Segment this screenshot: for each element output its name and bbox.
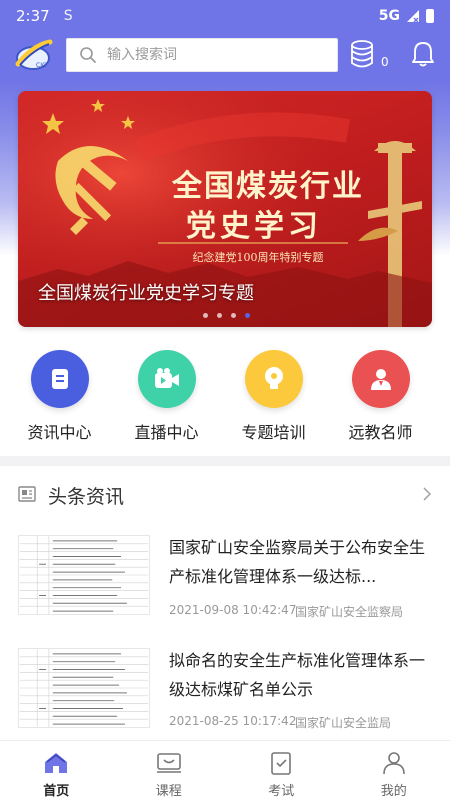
news-icon bbox=[30, 350, 89, 408]
tab-label: 课程 bbox=[155, 784, 182, 799]
app-logo-icon: CIC bbox=[15, 39, 53, 70]
news-item[interactable]: 拟命名的安全生产标准化管理体系一级达标煤矿名单公示 2021-08-25 10:… bbox=[0, 640, 450, 750]
headline-news-header[interactable]: 头条资讯 bbox=[0, 474, 450, 514]
bell-icon[interactable] bbox=[411, 40, 435, 68]
section-title: 头条资讯 bbox=[48, 486, 125, 508]
bottom-nav: 首页 课程 考试 我的 bbox=[0, 740, 450, 800]
database-icon bbox=[351, 40, 373, 68]
network-type: 5G bbox=[378, 8, 400, 24]
tab-course[interactable]: 课程 bbox=[113, 741, 226, 800]
video-camera-icon bbox=[137, 350, 196, 408]
home-icon bbox=[45, 753, 68, 773]
svg-text:CIC: CIC bbox=[36, 62, 46, 69]
banner-caption: 全国煤炭行业党史学习专题 bbox=[38, 283, 254, 304]
search-icon bbox=[80, 47, 96, 63]
quick-nav-label: 资讯中心 bbox=[27, 423, 92, 442]
tab-exam[interactable]: 考试 bbox=[225, 741, 338, 800]
news-source: 国家矿山安全监局 bbox=[295, 716, 392, 730]
quick-nav-live-center[interactable]: 直播中心 bbox=[113, 350, 220, 450]
carousel-dot[interactable] bbox=[203, 313, 208, 318]
tab-label: 首页 bbox=[43, 784, 70, 799]
carousel-dot[interactable] bbox=[231, 313, 236, 318]
document-icon bbox=[18, 486, 36, 502]
tab-home[interactable]: 首页 bbox=[0, 741, 113, 800]
tab-profile[interactable]: 我的 bbox=[338, 741, 450, 800]
status-time: 2:37 bbox=[16, 7, 50, 25]
exam-icon bbox=[271, 752, 292, 775]
quick-nav-famous-teachers[interactable]: 远教名师 bbox=[327, 350, 434, 450]
quick-nav-label: 远教名师 bbox=[348, 423, 413, 442]
news-headline: 拟命名的安全生产标准化管理体系一级达标煤矿名单公示 bbox=[169, 651, 426, 699]
battery-icon bbox=[426, 9, 434, 23]
chevron-right-icon[interactable] bbox=[421, 486, 433, 502]
news-date: 2021-09-08 10:42:47 bbox=[169, 603, 297, 617]
carousel-dot[interactable] bbox=[217, 313, 222, 318]
news-item[interactable]: 国家矿山安全监察局关于公布安全生产标准化管理体系一级达标... 2021-09-… bbox=[0, 526, 450, 636]
quick-nav-news-center[interactable]: 资讯中心 bbox=[6, 350, 113, 450]
banner-title-line2: 党史学习 bbox=[186, 209, 322, 244]
lightbulb-icon bbox=[244, 350, 303, 408]
quick-nav-topic-training[interactable]: 专题培训 bbox=[220, 350, 327, 450]
news-headline: 国家矿山安全监察局关于公布安全生产标准化管理体系一级达标... bbox=[169, 538, 426, 586]
carousel-indicator bbox=[203, 313, 250, 318]
status-bar: 2:37 S 5G bbox=[0, 0, 450, 32]
tab-label: 考试 bbox=[268, 784, 295, 799]
app-header: CIC 0 bbox=[0, 32, 450, 80]
quick-nav-label: 专题培训 bbox=[241, 423, 306, 442]
news-source: 国家矿山安全监察局 bbox=[295, 605, 404, 619]
quick-nav: 资讯中心 直播中心 专题培训 远教名师 bbox=[0, 350, 450, 450]
search-input[interactable] bbox=[107, 47, 327, 63]
course-icon bbox=[156, 753, 181, 773]
news-date: 2021-08-25 10:17:42 bbox=[169, 714, 297, 728]
signal-icon bbox=[407, 10, 419, 23]
search-box[interactable] bbox=[66, 38, 338, 72]
database-button[interactable]: 0 bbox=[350, 40, 394, 72]
profile-icon bbox=[382, 752, 405, 775]
carousel-dot-active[interactable] bbox=[245, 313, 250, 318]
section-separator bbox=[0, 456, 450, 466]
tab-label: 我的 bbox=[380, 784, 407, 799]
quick-nav-label: 直播中心 bbox=[134, 423, 199, 442]
database-count: 0 bbox=[381, 55, 389, 69]
banner-title-line1: 全国煤炭行业 bbox=[172, 169, 364, 204]
news-thumbnail bbox=[18, 535, 150, 615]
sync-icon: S bbox=[63, 8, 73, 24]
banner-subtitle: 纪念建党100周年特别专题 bbox=[192, 251, 324, 264]
banner-carousel[interactable]: 全国煤炭行业 党史学习 纪念建党100周年特别专题 全国煤炭行业党史学习专题 bbox=[18, 91, 432, 327]
teacher-icon bbox=[351, 350, 410, 408]
news-thumbnail bbox=[18, 648, 150, 728]
